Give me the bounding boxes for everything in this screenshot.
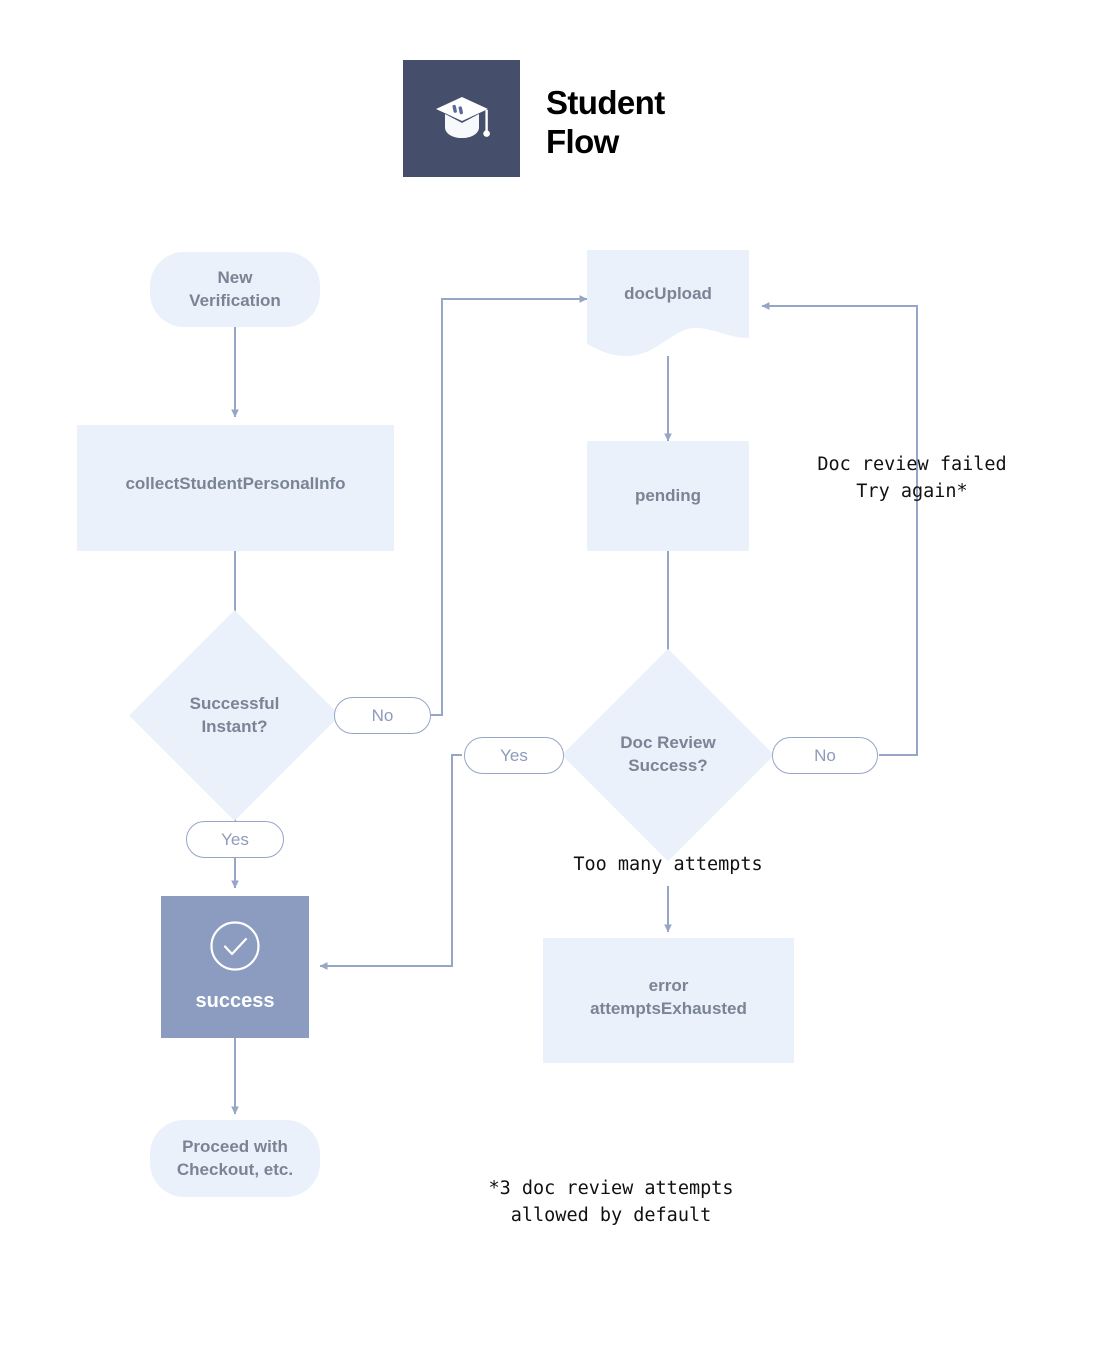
edge-reviewyes-to-success [319,754,462,970]
node-doc-upload-label: docUpload [624,283,712,303]
node-successful-instant-label: Successful Instant? [189,693,280,736]
node-error-attempts-exhausted[interactable]: error attemptsExhausted [543,938,794,1063]
node-new-verification-label: New Verification [189,267,281,310]
node-error-attempts-exhausted-label: error attemptsExhausted [590,975,747,1018]
edge-reviewno-to-docupload [761,302,918,756]
node-doc-upload[interactable]: docUpload [587,250,749,356]
node-success[interactable]: success [161,896,309,1038]
node-successful-instant-decision[interactable]: Successful Instant? [129,610,340,821]
node-doc-review-decision[interactable]: Doc Review Success? [561,648,775,862]
edge-label-instant-no-text: No [371,705,394,725]
node-collect-student-personal-info[interactable]: collectStudentPersonalInfo [77,425,394,551]
edge-label-instant-no[interactable]: No [334,697,431,734]
flow-diagram: New Verification collectStudentPersonalI… [0,0,1116,1348]
node-doc-review-label: Doc Review Success? [620,733,716,775]
node-proceed-with-checkout-label: Proceed with Checkout, etc. [176,1136,294,1179]
edge-label-instant-yes-text: Yes [221,829,249,849]
annotation-doc-review-failed: Doc review failed Try again* [817,454,1007,502]
edge-label-review-no-text: No [814,745,836,765]
edge-no-to-docupload [431,295,588,716]
node-pending-label: pending [634,485,702,505]
edge-label-review-no[interactable]: No [772,737,878,774]
edge-label-review-yes-text: Yes [500,745,528,765]
node-success-label: success [195,989,275,1012]
node-collect-student-personal-info-label: collectStudentPersonalInfo [125,473,346,493]
check-circle-icon [210,920,260,971]
annotation-footnote: *3 doc review attempts allowed by defaul… [488,1178,734,1226]
node-pending[interactable]: pending [587,441,749,551]
annotation-too-many-attempts: Too many attempts [573,854,763,875]
edge-label-review-yes[interactable]: Yes [464,737,564,774]
node-new-verification[interactable]: New Verification [150,252,320,327]
edge-label-instant-yes[interactable]: Yes [186,821,284,858]
node-proceed-with-checkout[interactable]: Proceed with Checkout, etc. [150,1120,320,1197]
